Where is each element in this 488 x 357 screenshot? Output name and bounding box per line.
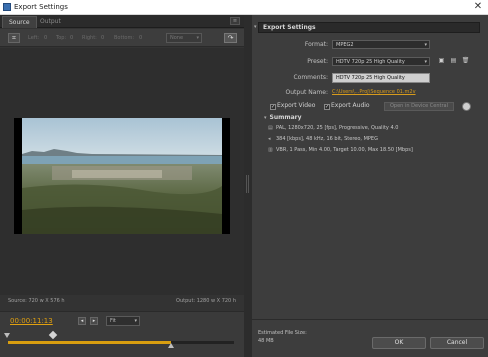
chevron-down-icon: ▾ [134, 318, 137, 324]
crop-bottom-value[interactable]: 0 [139, 35, 142, 41]
check-icon: ✓ [270, 104, 276, 110]
summary-audio-text: 384 [kbps], 48 kHz, 16 bit, Stereo, MPEG [276, 136, 378, 142]
format-select[interactable]: MPEG2 ▾ [332, 40, 430, 49]
preset-value: HDTV 720p 25 High Quality [336, 59, 405, 65]
video-viewer [0, 48, 244, 295]
timeline-bar: 00:00:11:13 ◂ ▸ Fit ▾ [0, 311, 244, 357]
zoom-value: Fit [110, 318, 116, 324]
summary-video-line: ▤ PAL, 1280x720, 25 [fps], Progressive, Q… [268, 125, 398, 131]
crop-tool-icon[interactable]: ⌗ [8, 33, 20, 43]
set-in-point-icon[interactable]: ◂ [78, 317, 86, 325]
work-area-bar [8, 341, 171, 344]
ok-button[interactable]: OK [372, 337, 426, 349]
crop-left-value[interactable]: 0 [44, 35, 47, 41]
dialog-footer: Estimated File Size: 48 MB OK Cancel [252, 319, 488, 357]
export-settings-header[interactable]: ▾ Export Settings [254, 22, 480, 33]
summary-video-text: PAL, 1280x720, 25 [fps], Progressive, Qu… [276, 125, 399, 131]
crop-top-label: Top: [56, 35, 67, 41]
crop-top-value[interactable]: 0 [70, 35, 73, 41]
metadata-icon[interactable] [462, 102, 471, 111]
summary-bitrate-text: VBR, 1 Pass, Min 4.00, Target 10.00, Max… [276, 147, 413, 153]
title-bar: Export Settings ✕ [0, 0, 488, 15]
estimated-size-value: 48 MB [258, 338, 274, 344]
summary-header[interactable]: ▾ Summary [264, 114, 302, 121]
summary-bitrate-line: ▥ VBR, 1 Pass, Min 4.00, Target 10.00, Ma… [268, 147, 413, 153]
collapse-arrow-icon: ▾ [254, 24, 257, 30]
comments-field[interactable]: HDTV 720p 25 High Quality [332, 73, 430, 83]
preset-label: Preset: [307, 58, 328, 65]
window-title: Export Settings [14, 3, 68, 11]
export-settings-window: Source Output ≡ ⌗ Left: 0 Top: 0 Right: … [0, 15, 488, 357]
export-video-label: Export Video [277, 102, 316, 109]
in-point-handle[interactable] [4, 333, 10, 338]
summary-audio-line: ◂ 384 [kbps], 48 kHz, 16 bit, Stereo, MPE… [268, 136, 378, 142]
settings-pane: ▾ Export Settings Format: MPEG2 ▾ Preset… [252, 15, 488, 357]
tab-output[interactable]: Output [34, 16, 67, 28]
pane-divider[interactable] [244, 15, 252, 357]
output-view-icon[interactable]: ↷ [224, 33, 237, 43]
film-icon: ▤ [268, 125, 273, 131]
import-preset-icon[interactable]: ▤ [449, 57, 458, 65]
output-name-label: Output Name: [285, 89, 328, 96]
summary-title: Summary [269, 114, 302, 121]
estimated-size-label: Estimated File Size: [258, 330, 307, 336]
crop-ratio-value: None [170, 35, 184, 41]
preset-select[interactable]: HDTV 720p 25 High Quality ▾ [332, 57, 430, 66]
chevron-down-icon: ▾ [424, 59, 427, 65]
current-timecode[interactable]: 00:00:11:13 [10, 317, 53, 325]
export-settings-title: Export Settings [263, 24, 316, 31]
export-audio-label: Export Audio [331, 102, 370, 109]
crop-right-label: Right: [82, 35, 97, 41]
cancel-button[interactable]: Cancel [430, 337, 484, 349]
close-icon[interactable]: ✕ [471, 1, 485, 12]
export-video-checkbox[interactable]: ✓ Export Video [270, 102, 316, 110]
set-out-point-icon[interactable]: ▸ [90, 317, 98, 325]
speaker-icon: ◂ [268, 136, 271, 142]
landscape-frame-image [22, 118, 222, 234]
out-point-handle[interactable] [167, 343, 174, 348]
playhead[interactable] [48, 330, 58, 340]
video-frame [14, 118, 230, 234]
preview-tabs: Source Output ≡ [0, 15, 244, 28]
chevron-down-icon: ▾ [424, 42, 427, 48]
output-dimensions: Output: 1280 w X 720 h [176, 298, 236, 304]
divider-grip [246, 175, 247, 193]
crop-bottom-label: Bottom: [114, 35, 135, 41]
crop-right-value[interactable]: 0 [101, 35, 104, 41]
bitrate-icon: ▥ [268, 147, 273, 153]
panel-menu-icon[interactable]: ≡ [230, 17, 240, 25]
open-device-central-button[interactable]: Open in Device Central [384, 102, 454, 111]
crop-toolbar: ⌗ Left: 0 Top: 0 Right: 0 Bottom: 0 None… [0, 29, 244, 47]
timeline-track[interactable] [8, 341, 234, 344]
preview-pane: Source Output ≡ ⌗ Left: 0 Top: 0 Right: … [0, 15, 244, 357]
format-label: Format: [304, 41, 328, 48]
output-name-link[interactable]: C:\Users\...Proj\Sequence 01.m2v [332, 89, 416, 95]
save-preset-icon[interactable]: ▣ [437, 57, 446, 65]
source-dimensions: Source: 720 w X 576 h [8, 298, 65, 304]
tab-source[interactable]: Source [2, 16, 37, 28]
crop-ratio-select[interactable]: None ▾ [166, 33, 202, 43]
check-icon: ✓ [324, 104, 330, 110]
crop-left-label: Left: [28, 35, 40, 41]
export-audio-checkbox[interactable]: ✓ Export Audio [324, 102, 370, 110]
comments-label: Comments: [293, 74, 328, 81]
collapse-arrow-icon: ▾ [264, 115, 267, 121]
zoom-select[interactable]: Fit ▾ [106, 316, 140, 326]
delete-preset-icon[interactable]: 🗑 [461, 57, 470, 65]
app-icon [3, 3, 11, 11]
chevron-down-icon: ▾ [196, 35, 199, 41]
format-value: MPEG2 [336, 42, 354, 48]
